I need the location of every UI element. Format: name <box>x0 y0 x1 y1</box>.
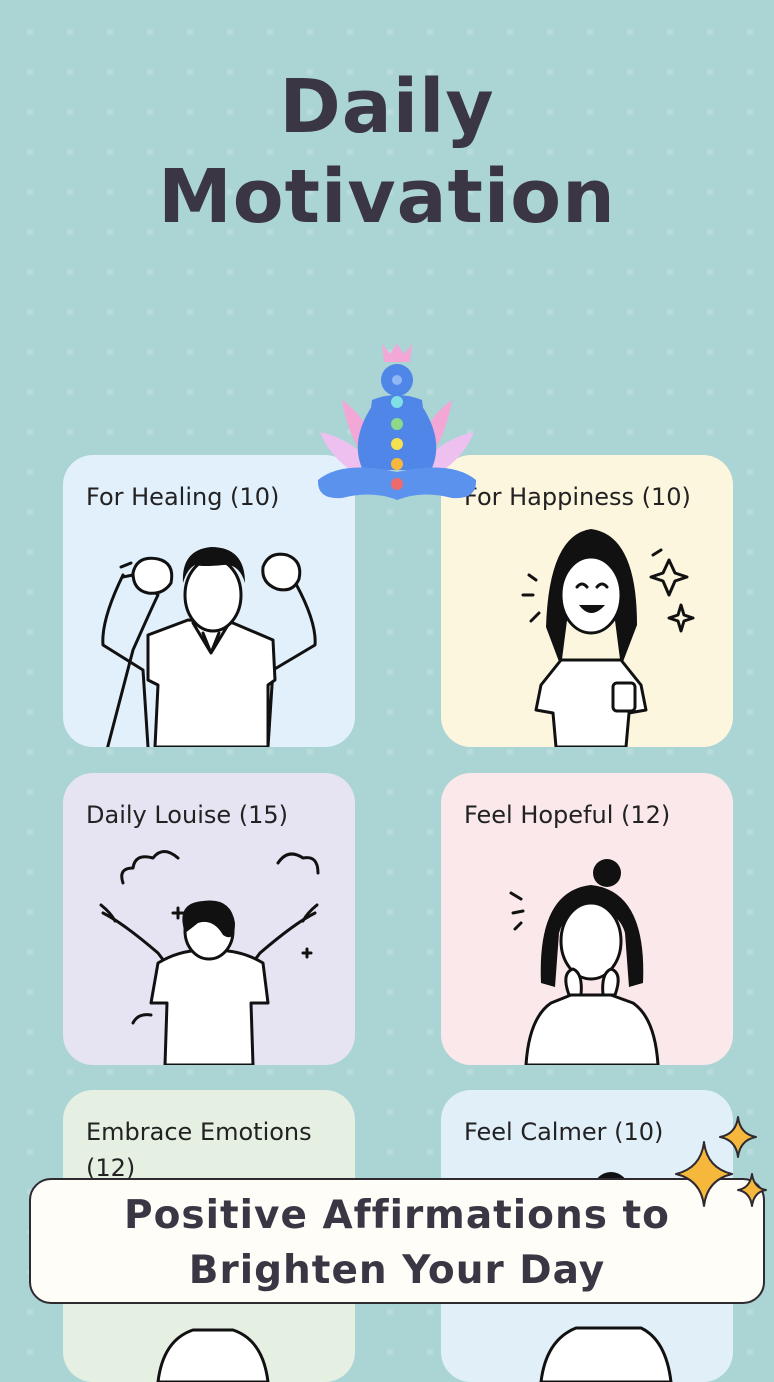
category-card-feel-hopeful[interactable]: Feel Hopeful (12) <box>441 773 733 1065</box>
sparkles-icon <box>675 1116 767 1207</box>
page-title: Daily Motivation <box>0 62 774 242</box>
banner-line-2: Brighten Your Day <box>188 1248 606 1293</box>
title-line-2: Motivation <box>158 154 616 240</box>
affirmations-banner: Positive Affirmations to Brighten Your D… <box>29 1178 765 1304</box>
laughing-girl-illustration <box>521 529 695 747</box>
category-card-happiness[interactable]: For Happiness (10) <box>441 455 733 747</box>
boy-arms-outstretched-illustration <box>99 850 320 1065</box>
hopeful-girl-illustration <box>509 859 660 1065</box>
meditation-chakra-icon <box>317 344 477 500</box>
title-line-1: Daily <box>279 64 495 150</box>
category-card-daily-louise[interactable]: Daily Louise (15) <box>63 773 355 1065</box>
banner-line-1: Positive Affirmations to <box>124 1193 670 1238</box>
